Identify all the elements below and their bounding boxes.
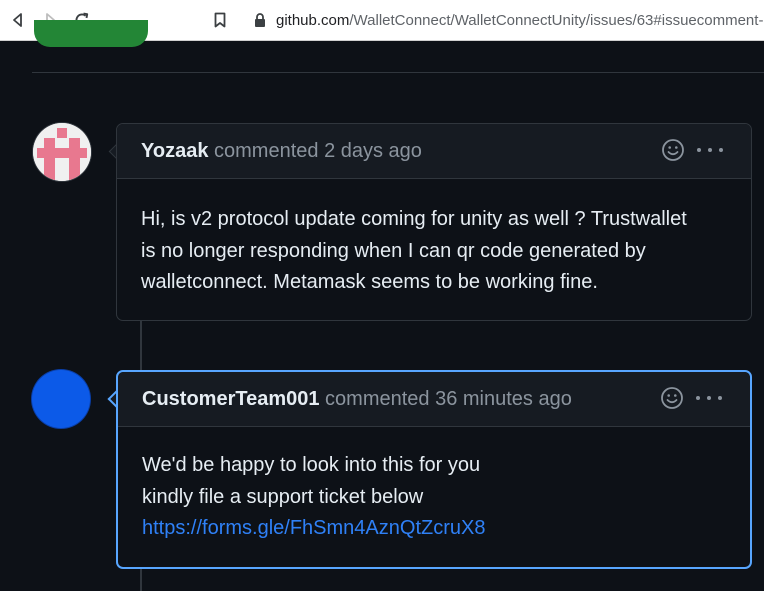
comment-header-text: CustomerTeam001 commented 36 minutes ago — [142, 388, 572, 411]
smiley-icon[interactable] — [661, 138, 685, 162]
identicon-avatar — [33, 123, 91, 181]
comment-line: Hi, is v2 protocol update coming for uni… — [141, 208, 687, 230]
comment: Yozaak commented 2 days ago Hi, is v2 pr… — [116, 123, 752, 321]
url-domain: github.com — [276, 11, 350, 29]
url-path: /WalletConnect/WalletConnectUnity/issues… — [349, 11, 764, 29]
dot — [707, 396, 711, 400]
comment-line: We'd be happy to look into this for you — [142, 454, 481, 476]
comment-timestamp[interactable]: commented 36 minutes ago — [325, 388, 572, 410]
comment-line: walletconnect. Metamask seems to be work… — [141, 271, 598, 293]
comment-timestamp[interactable]: commented 2 days ago — [214, 140, 422, 162]
comment-author[interactable]: CustomerTeam001 — [142, 388, 319, 410]
comment-highlighted: CustomerTeam001 commented 36 minutes ago… — [116, 370, 752, 569]
comment-body: We'd be happy to look into this for you … — [142, 450, 730, 545]
comment-header: CustomerTeam001 commented 36 minutes ago — [118, 372, 750, 427]
avatar[interactable] — [32, 370, 90, 428]
comment-author[interactable]: Yozaak — [141, 140, 208, 162]
kebab-menu-icon[interactable] — [696, 390, 722, 406]
lock-icon — [255, 13, 265, 27]
divider — [32, 72, 764, 73]
smiley-icon[interactable] — [660, 386, 684, 410]
bookmark-icon — [214, 12, 226, 28]
bookmark-button[interactable] — [206, 6, 234, 34]
dot — [718, 396, 722, 400]
primary-action-button[interactable] — [34, 20, 148, 47]
address-bar[interactable]: github.com/WalletConnect/WalletConnectUn… — [242, 5, 764, 35]
support-ticket-link[interactable]: https://forms.gle/FhSmn4AznQtZcruX8 — [142, 513, 730, 545]
dot — [708, 148, 712, 152]
dot — [697, 148, 701, 152]
comment-header-text: Yozaak commented 2 days ago — [141, 140, 422, 163]
comment-header: Yozaak commented 2 days ago — [117, 124, 751, 179]
back-button[interactable] — [4, 6, 32, 34]
dot — [696, 396, 700, 400]
comment-line: is no longer responding when I can qr co… — [141, 239, 646, 262]
url-text: github.com/WalletConnect/WalletConnectUn… — [276, 12, 764, 29]
comment-body: Hi, is v2 protocol update coming for uni… — [141, 204, 731, 299]
arrow-left-icon — [13, 13, 22, 27]
avatar[interactable] — [33, 123, 91, 181]
kebab-menu-icon[interactable] — [697, 142, 723, 158]
dot — [719, 148, 723, 152]
comment-line: kindly file a support ticket below — [142, 485, 424, 508]
